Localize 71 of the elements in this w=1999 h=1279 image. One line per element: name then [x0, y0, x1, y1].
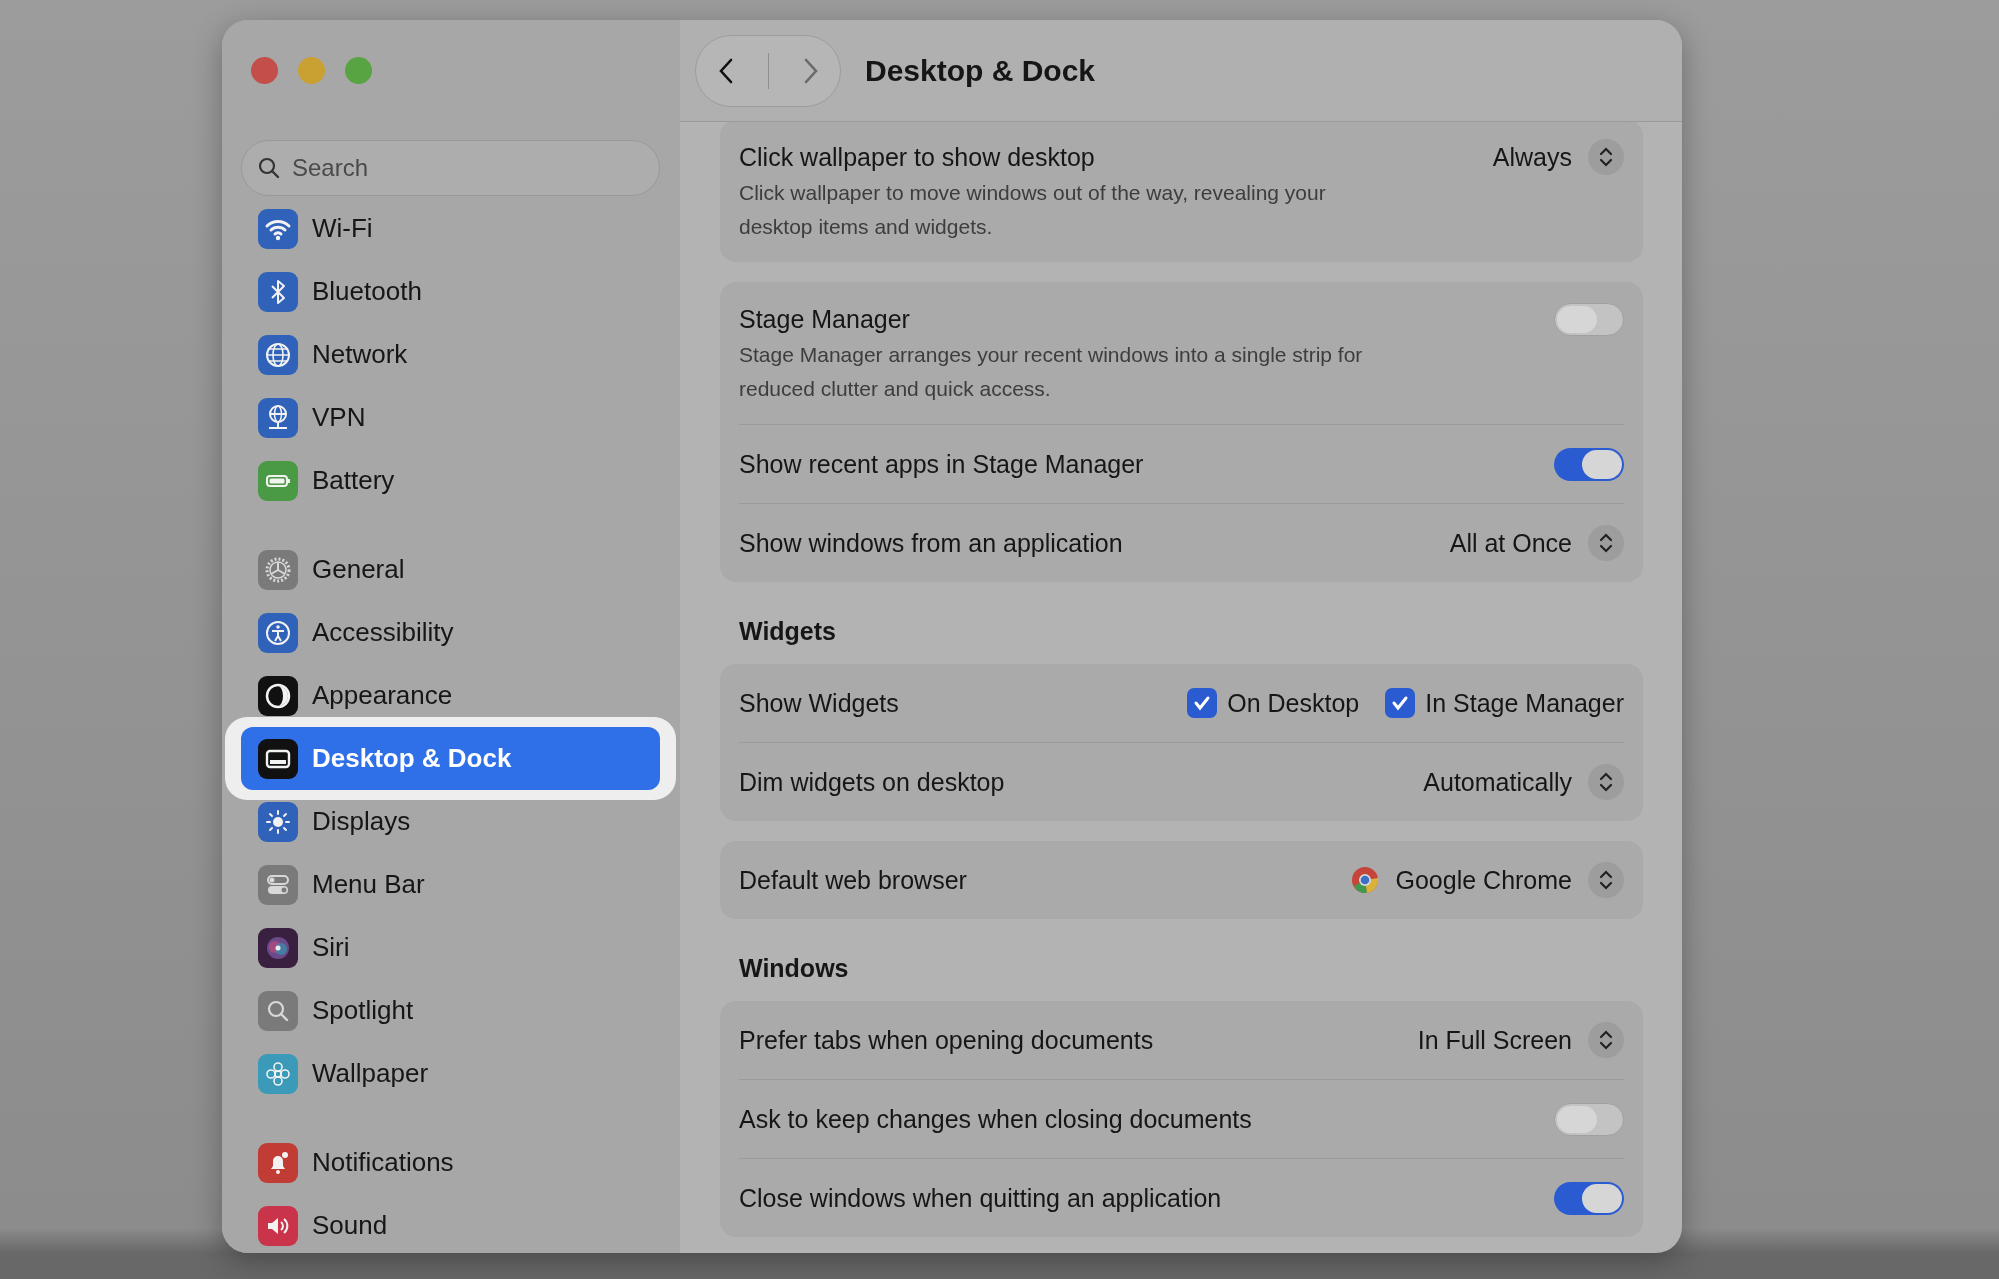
search-field[interactable]: Search	[241, 140, 660, 196]
accessibility-icon	[258, 612, 298, 653]
setting-label: Default web browser	[739, 865, 968, 895]
setting-label: Stage Manager	[739, 304, 910, 334]
checkbox-label: On Desktop	[1227, 688, 1360, 718]
section-heading: Windows	[738, 953, 850, 984]
stepper-button[interactable]	[1588, 862, 1624, 898]
chevron-up-down-icon	[1598, 1029, 1614, 1051]
window-title: Desktop & Dock	[865, 53, 1096, 88]
flower-icon	[258, 1053, 298, 1094]
select-value[interactable]: Google Chrome	[1395, 865, 1572, 895]
sidebar-item[interactable]: Battery	[241, 449, 660, 512]
sun-icon	[258, 801, 298, 842]
sidebar-item[interactable]: Spotlight	[241, 979, 660, 1042]
bluetooth-icon	[258, 271, 298, 312]
globe-network-icon	[258, 397, 298, 438]
checkbox-label: In Stage Manager	[1425, 688, 1624, 718]
toggle-switch[interactable]	[1554, 302, 1624, 336]
setting-label: Click wallpaper to show desktop	[739, 142, 1095, 172]
globe-icon	[258, 334, 298, 375]
toggles-icon	[258, 864, 298, 905]
section-heading: Widgets	[738, 616, 837, 647]
select-value[interactable]: All at Once	[1449, 528, 1572, 558]
chevron-up-down-icon	[1598, 869, 1614, 891]
setting-label: Prefer tabs when opening documents	[739, 1025, 1155, 1055]
setting-description: Stage Manager arranges your recent windows into a single strip for reduced clutter and quick access.	[739, 342, 1364, 402]
bell-icon	[258, 1142, 298, 1183]
select-value[interactable]: Always	[1492, 142, 1572, 172]
toggle-switch[interactable]	[1554, 1102, 1624, 1136]
wifi-icon	[258, 208, 298, 249]
gear-icon	[258, 549, 298, 590]
sidebar-item[interactable]: VPN	[241, 386, 660, 449]
sidebar-item[interactable]: Notifications	[241, 1131, 660, 1194]
stepper-button[interactable]	[1588, 525, 1624, 561]
orb-icon	[258, 927, 298, 968]
chevron-up-down-icon	[1598, 146, 1614, 168]
setting-label: Close windows when quitting an application	[739, 1183, 1223, 1213]
sidebar-item[interactable]: Bluetooth	[241, 260, 660, 323]
select-value[interactable]: Automatically	[1423, 767, 1572, 797]
sidebar-item[interactable]: Menu Bar	[241, 853, 660, 916]
toggle-switch[interactable]	[1554, 447, 1624, 481]
sidebar-item[interactable]: General	[241, 538, 660, 601]
setting-label: Show windows from an application	[739, 528, 1124, 558]
setting-label: Show recent apps in Stage Manager	[739, 449, 1145, 479]
sidebar-item[interactable]: Wi-Fi	[241, 197, 660, 260]
sidebar-item[interactable]: Displays	[241, 790, 660, 853]
checkbox[interactable]	[1385, 688, 1416, 718]
chevron-up-down-icon	[1598, 771, 1614, 793]
search-icon	[258, 990, 298, 1031]
checkbox[interactable]	[1187, 688, 1218, 718]
stepper-button[interactable]	[1588, 1022, 1624, 1058]
stepper-button[interactable]	[1588, 764, 1624, 800]
sidebar-item[interactable]: Sound	[241, 1194, 660, 1253]
chevron-up-down-icon	[1598, 532, 1614, 554]
setting-label: Ask to keep changes when closing documents	[739, 1104, 1253, 1134]
sidebar-item[interactable]: Wallpaper	[241, 1042, 660, 1105]
battery-icon	[258, 460, 298, 501]
browser-logo-icon	[1349, 865, 1380, 895]
setting-label: Dim widgets on desktop	[739, 767, 1006, 797]
sidebar-item[interactable]: Accessibility	[241, 601, 660, 664]
dock-icon	[258, 738, 298, 779]
setting-description: Click wallpaper to move windows out of the way, revealing your desktop items and widgets.	[739, 180, 1327, 240]
stepper-button[interactable]	[1588, 139, 1624, 175]
setting-label: Show Widgets	[739, 688, 900, 718]
toggle-switch[interactable]	[1554, 1181, 1624, 1215]
speaker-icon	[258, 1205, 298, 1246]
sidebar-item[interactable]: Network	[241, 323, 660, 386]
sidebar-item[interactable]: Siri	[241, 916, 660, 979]
search-icon	[257, 156, 281, 180]
select-value[interactable]: In Full Screen	[1417, 1025, 1572, 1055]
sidebar-item[interactable]: Appearance	[241, 664, 660, 727]
